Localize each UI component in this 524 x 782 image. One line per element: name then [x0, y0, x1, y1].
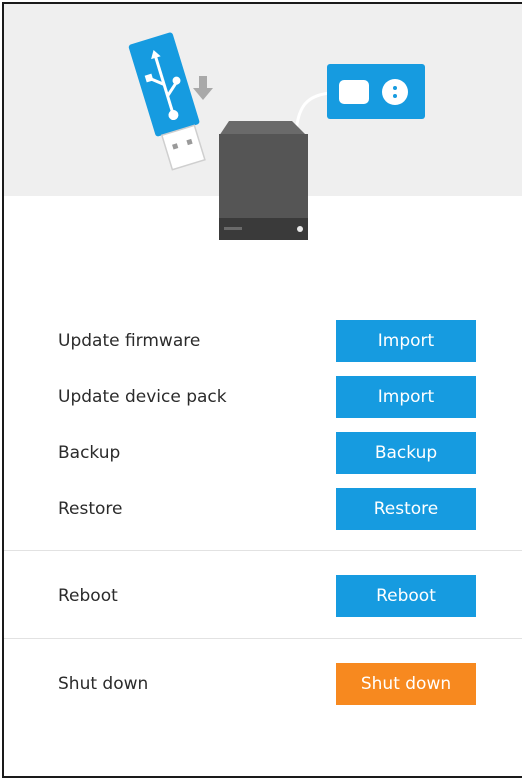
row-update-firmware: Update firmware Import — [4, 320, 522, 362]
import-firmware-button[interactable]: Import — [336, 320, 476, 362]
row-reboot: Reboot Reboot — [4, 575, 522, 617]
shut-down-label: Shut down — [58, 674, 149, 694]
shut-down-button[interactable]: Shut down — [336, 663, 476, 705]
update-firmware-label: Update firmware — [58, 331, 201, 351]
maintenance-panel: Update firmware Import Update device pac… — [2, 2, 522, 778]
reboot-button[interactable]: Reboot — [336, 575, 476, 617]
header-illustration-area — [4, 4, 522, 240]
row-update-device-pack: Update device pack Import — [4, 376, 522, 418]
update-device-pack-label: Update device pack — [58, 387, 227, 407]
arrow-down-icon — [193, 76, 213, 100]
device-illustration — [128, 32, 425, 240]
section-divider — [4, 550, 522, 551]
row-shut-down: Shut down Shut down — [4, 663, 522, 705]
backup-button[interactable]: Backup — [336, 432, 476, 474]
import-device-pack-button[interactable]: Import — [336, 376, 476, 418]
reboot-label: Reboot — [58, 586, 118, 606]
restore-button[interactable]: Restore — [336, 488, 476, 530]
row-restore: Restore Restore — [4, 488, 522, 530]
power-outlet-icon — [327, 64, 425, 119]
row-backup: Backup Backup — [4, 432, 522, 474]
section-divider — [4, 638, 522, 639]
backup-label: Backup — [58, 443, 121, 463]
usb-stick-icon — [128, 32, 206, 171]
nas-device-icon — [219, 121, 308, 240]
restore-label: Restore — [58, 499, 123, 519]
